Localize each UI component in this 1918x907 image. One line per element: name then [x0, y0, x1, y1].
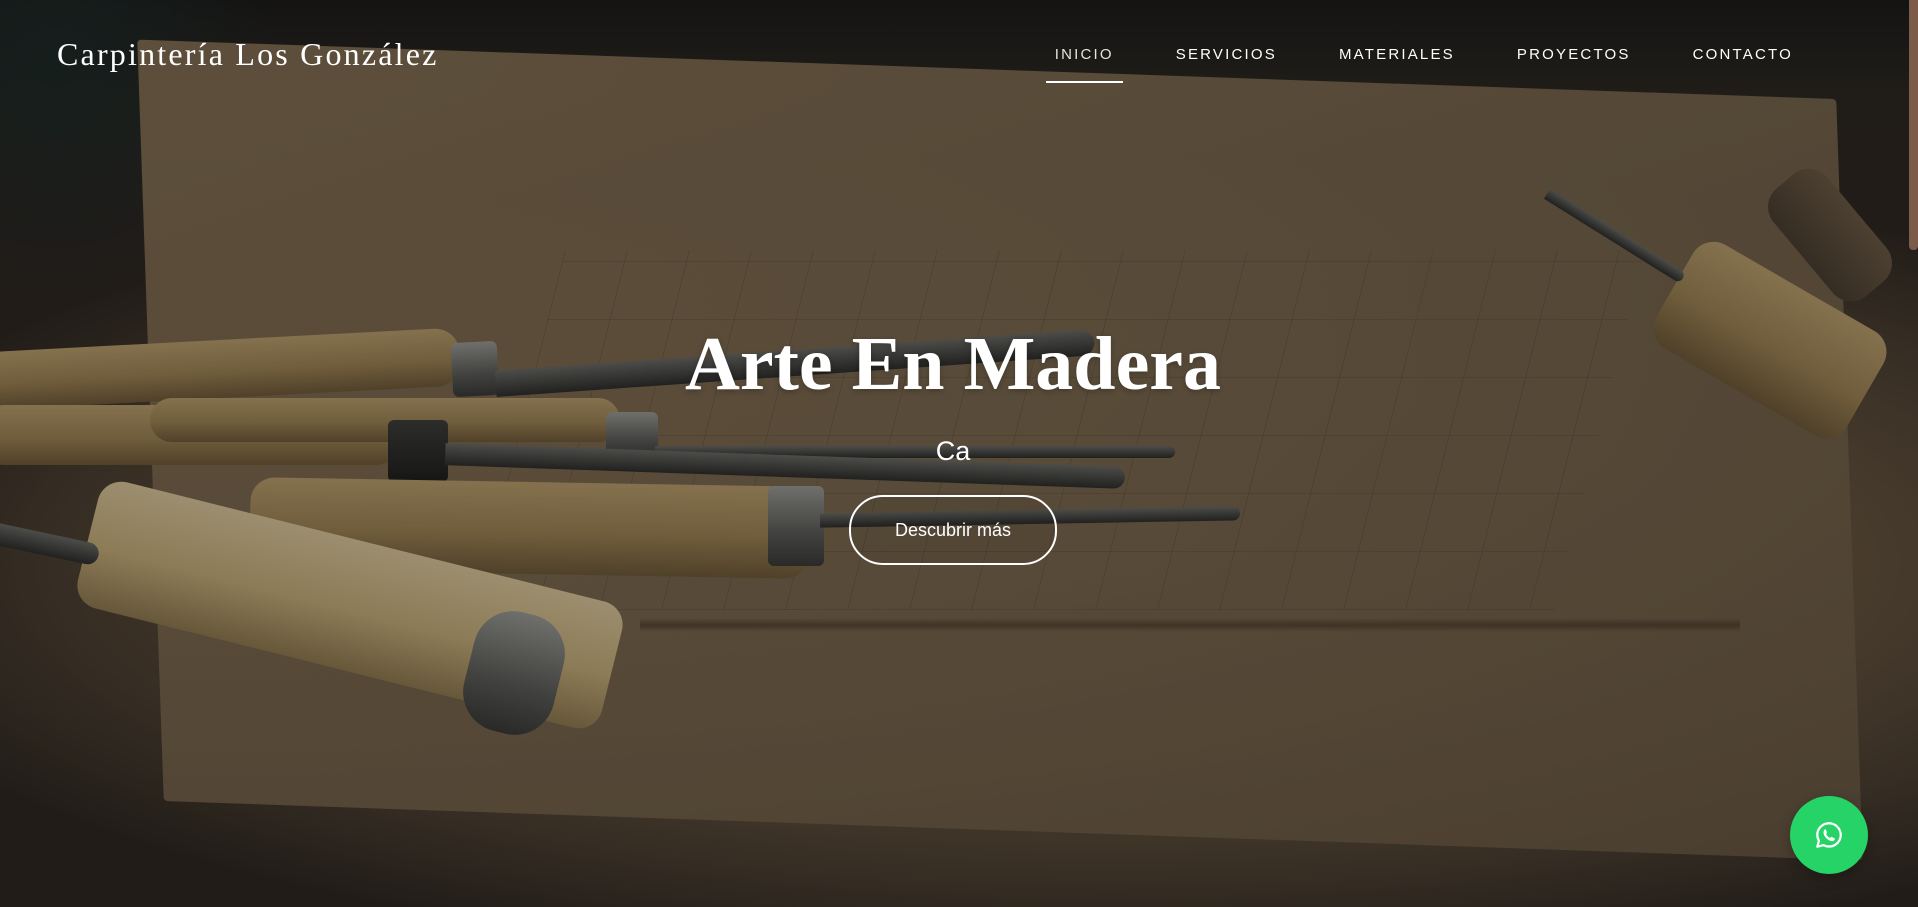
whatsapp-icon: [1816, 822, 1842, 848]
hero-content: Arte En Madera Ca Descubrir más: [0, 320, 1906, 565]
nav-item-materiales[interactable]: MATERIALES: [1308, 44, 1486, 83]
hero-section: Carpintería Los González INICIO SERVICIO…: [0, 0, 1918, 907]
nav-item-proyectos[interactable]: PROYECTOS: [1486, 44, 1662, 83]
page-scrollbar[interactable]: [1909, 0, 1918, 250]
site-logo[interactable]: Carpintería Los González: [57, 36, 439, 73]
whatsapp-button[interactable]: [1790, 796, 1868, 874]
nav-item-inicio[interactable]: INICIO: [1024, 44, 1145, 83]
main-navigation: INICIO SERVICIOS MATERIALES PROYECTOS CO…: [1024, 44, 1824, 83]
hero-subtitle: Ca: [935, 436, 971, 466]
nav-item-contacto[interactable]: CONTACTO: [1662, 44, 1824, 83]
nav-item-servicios[interactable]: SERVICIOS: [1145, 44, 1308, 83]
hero-title: Arte En Madera: [684, 322, 1222, 406]
discover-more-button[interactable]: Descubrir más: [848, 495, 1058, 565]
